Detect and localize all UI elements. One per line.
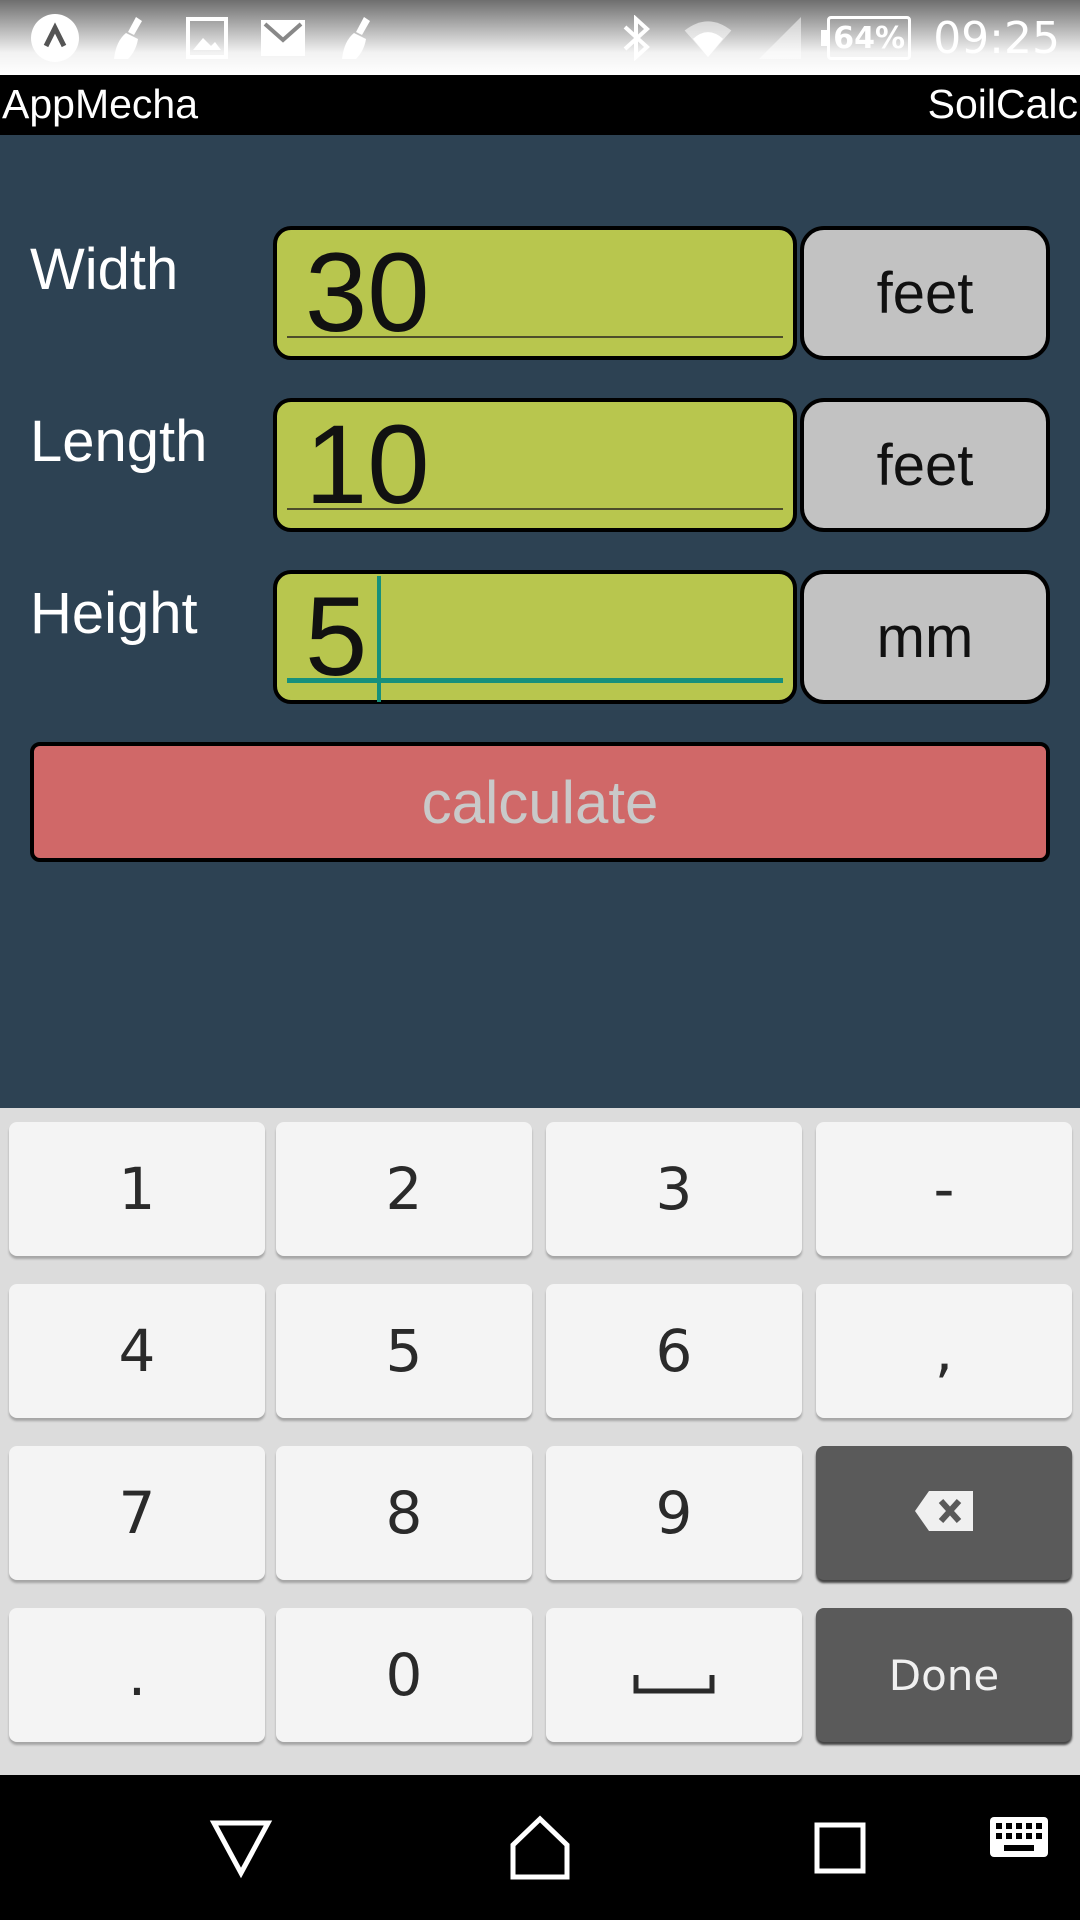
width-unit-button[interactable]: feet: [800, 226, 1050, 360]
input-underline-focused: [287, 678, 783, 683]
bluetooth-icon: [611, 13, 661, 63]
status-bar: 64% 09:25: [0, 0, 1080, 75]
key-8[interactable]: 8: [276, 1446, 532, 1580]
home-icon[interactable]: [505, 1813, 575, 1883]
space-icon: [633, 1641, 715, 1709]
key-7[interactable]: 7: [9, 1446, 265, 1580]
wifi-icon: [683, 13, 733, 63]
key-minus[interactable]: -: [816, 1122, 1072, 1256]
height-label: Height: [30, 581, 198, 646]
battery-percent: 64%: [833, 20, 906, 56]
done-key[interactable]: Done: [816, 1608, 1072, 1742]
key-2[interactable]: 2: [276, 1122, 532, 1256]
width-label: Width: [30, 237, 179, 302]
clock: 09:25: [933, 12, 1060, 64]
navigation-bar: [0, 1775, 1080, 1920]
back-icon[interactable]: [206, 1813, 276, 1883]
length-input[interactable]: 10: [273, 398, 797, 532]
key-4[interactable]: 4: [9, 1284, 265, 1418]
app-name: AppMecha: [2, 81, 199, 127]
key-5[interactable]: 5: [276, 1284, 532, 1418]
signal-icon: [755, 13, 805, 63]
input-underline: [287, 508, 783, 510]
key-6[interactable]: 6: [546, 1284, 802, 1418]
length-label: Length: [30, 409, 208, 474]
key-period[interactable]: .: [9, 1608, 265, 1742]
image-icon: [182, 13, 232, 63]
length-unit-button[interactable]: feet: [800, 398, 1050, 532]
battery-indicator: 64%: [821, 16, 912, 60]
text-cursor: [377, 576, 381, 702]
space-key[interactable]: [546, 1608, 802, 1742]
key-9[interactable]: 9: [546, 1446, 802, 1580]
height-input[interactable]: 5: [273, 570, 797, 704]
broom-icon: [334, 13, 384, 63]
backspace-icon: [913, 1479, 975, 1547]
key-1[interactable]: 1: [9, 1122, 265, 1256]
app-title: SoilCalc: [927, 81, 1078, 127]
action-bar: AppMecha SoilCalc: [0, 75, 1080, 135]
width-input[interactable]: 30: [273, 226, 797, 360]
input-underline: [287, 336, 783, 338]
key-comma[interactable]: ,: [816, 1284, 1072, 1418]
key-3[interactable]: 3: [546, 1122, 802, 1256]
recents-icon[interactable]: [805, 1813, 875, 1883]
calculate-button[interactable]: calculate: [30, 742, 1050, 862]
key-0[interactable]: 0: [276, 1608, 532, 1742]
broom-icon: [106, 13, 156, 63]
gmail-icon: [258, 13, 308, 63]
app-launcher-icon: [30, 13, 80, 63]
keyboard-icon[interactable]: [988, 1813, 1058, 1883]
backspace-key[interactable]: [816, 1446, 1072, 1580]
height-unit-button[interactable]: mm: [800, 570, 1050, 704]
numeric-keyboard: 1 2 3 - 4 5 6 , 7 8 9 . 0 Done: [0, 1108, 1080, 1775]
